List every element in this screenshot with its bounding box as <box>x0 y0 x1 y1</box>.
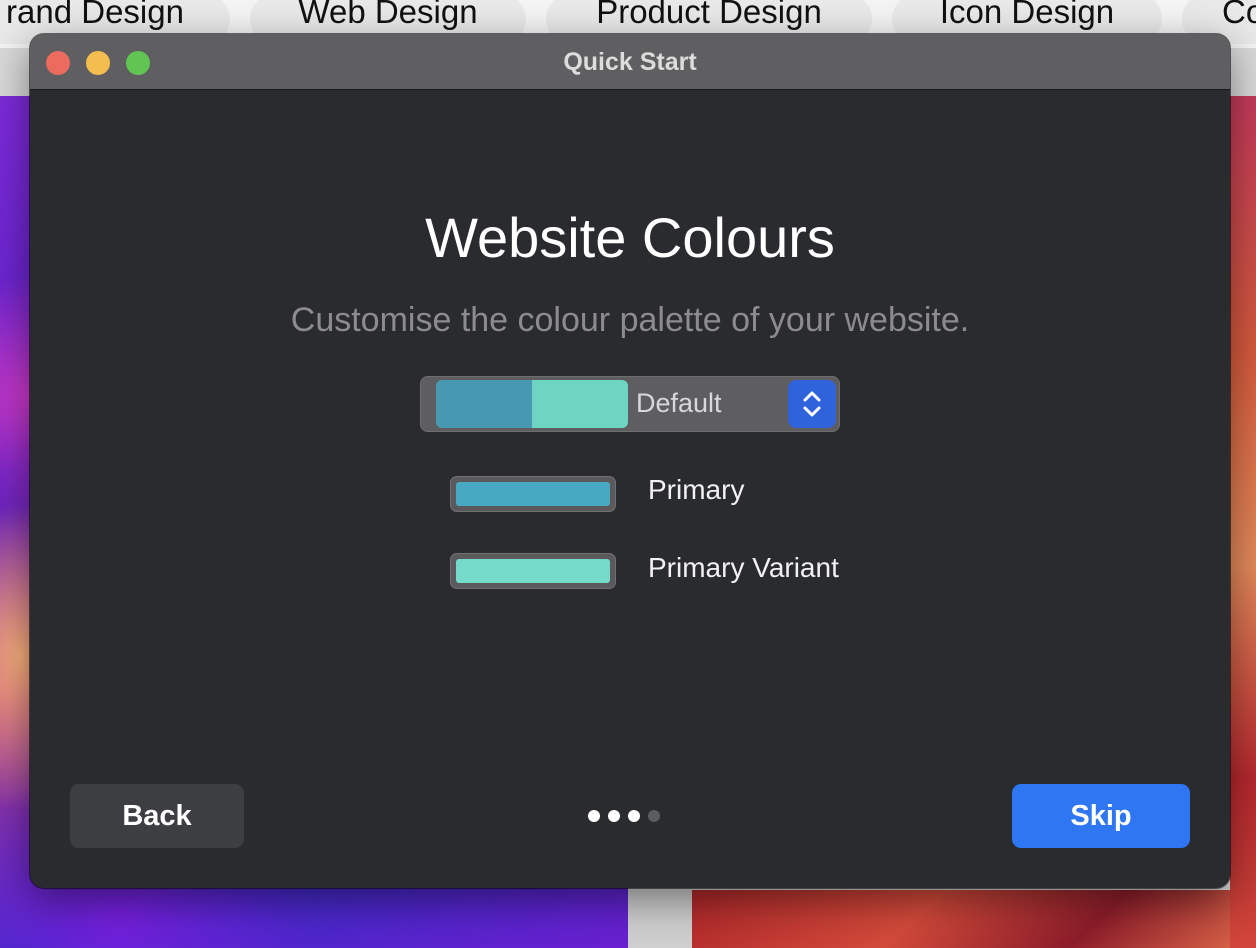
palette-swatch-variant <box>532 380 628 428</box>
primary-variant-color-well[interactable] <box>450 553 616 589</box>
step-dot <box>628 810 640 822</box>
background-wallpaper-edge <box>1230 96 1256 948</box>
palette-select[interactable]: Default <box>420 376 840 432</box>
primary-variant-color-label: Primary Variant <box>648 552 839 583</box>
palette-swatch-primary <box>436 380 532 428</box>
background-gap <box>628 890 692 948</box>
step-dot <box>648 810 660 822</box>
step-dot <box>588 810 600 822</box>
window-title: Quick Start <box>563 48 697 76</box>
primary-color-label: Primary <box>648 474 745 505</box>
chevron-up-down-icon <box>803 391 821 417</box>
primary-color-well[interactable] <box>450 476 616 512</box>
background-wallpaper-right <box>692 890 1256 948</box>
step-indicator <box>588 810 668 822</box>
step-dot <box>608 810 620 822</box>
palette-selected-label: Default <box>636 388 722 418</box>
page-subheading: Customise the colour palette of your web… <box>290 301 970 339</box>
primary-color-swatch <box>456 482 610 506</box>
skip-button[interactable]: Skip <box>1012 784 1190 848</box>
page-heading: Website Colours <box>425 206 835 269</box>
primary-variant-color-swatch <box>456 559 610 583</box>
back-button[interactable]: Back <box>70 784 244 848</box>
title-bar[interactable]: Quick Start <box>30 34 1230 90</box>
palette-dropdown-button[interactable] <box>788 380 836 428</box>
quick-start-window: Quick Start Website Colours Customise th… <box>30 34 1230 888</box>
